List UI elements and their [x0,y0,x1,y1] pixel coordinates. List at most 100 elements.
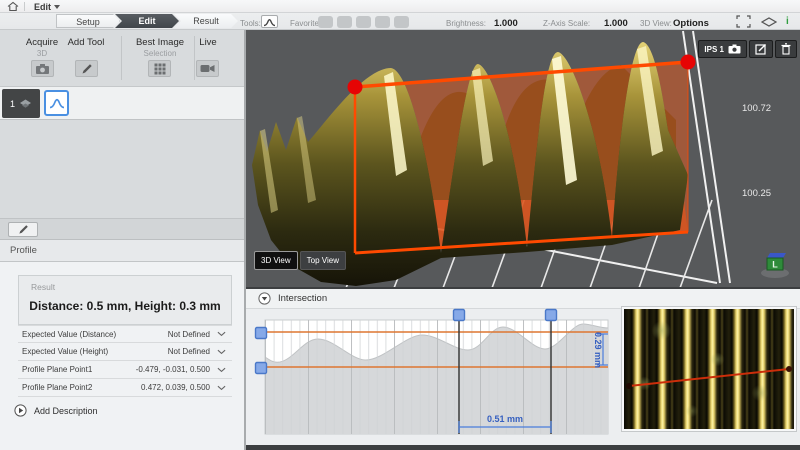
height-value-label: 0.29 mm [593,332,603,368]
z-axis-label-bottom: 100.25 [742,188,771,199]
surface-layers-icon [19,98,32,109]
3d-view-options-button[interactable]: Options [673,18,709,29]
delete-button[interactable] [775,40,797,58]
zaxis-scale-label: Z-Axis Scale: [543,19,590,28]
graph-gridlines-coarse [265,320,608,434]
acquire-button[interactable] [31,60,54,77]
acquire-toolbar: Acquire 3D Add Tool Best Image Selection [0,30,244,86]
view-mode-switch: 3D View Top View [254,251,346,270]
favorite-slot-3[interactable] [356,16,371,28]
favorite-slot-4[interactable] [375,16,390,28]
tab-setup[interactable]: Setup [56,14,120,28]
application-window: Edit Setup Edit Result Tools: Favorites:… [0,0,800,450]
thumbnail-group-1[interactable]: 1 [2,89,40,118]
favorite-slot-5[interactable] [394,16,409,28]
tools-label: Tools: [240,19,261,28]
svg-text:L: L [772,260,778,270]
pencil-icon [18,224,29,235]
zaxis-scale-value[interactable]: 1.000 [604,18,628,29]
add-description-button[interactable]: Add Description [14,404,98,417]
camera-icon [35,63,50,75]
live-title: Live [188,37,228,48]
info-button[interactable]: i [786,16,789,27]
workflow-toolbar: Setup Edit Result Tools: Favorites: Brig… [0,13,800,30]
intersection-panel: Intersection [246,287,800,445]
row-expected-distance[interactable]: Expected Value (Distance) Not Defined [18,325,232,343]
add-tool-button[interactable] [75,60,98,77]
nav-cube[interactable]: L [761,253,789,278]
row-expected-height[interactable]: Expected Value (Height) Not Defined [18,343,232,361]
best-image-button[interactable] [148,60,171,77]
edit-export-icon [755,43,767,55]
profile-panel-body: Result Distance: 0.5 mm, Height: 0.3 mm … [0,262,244,450]
left-panel: Acquire 3D Add Tool Best Image Selection [0,30,246,450]
trash-icon [781,43,791,55]
result-label: Result [31,282,231,292]
profile-properties: Expected Value (Distance) Not Defined Ex… [18,325,232,397]
brightness-value[interactable]: 1.000 [494,18,518,29]
tab-result[interactable]: Result [174,14,238,28]
favorite-slot-1[interactable] [318,16,333,28]
3d-plane-icon [761,16,777,28]
ips-capture-button[interactable]: IPS 1 [698,40,747,58]
height-handle-upper[interactable] [256,328,267,339]
fit-view-button[interactable] [734,15,752,28]
chevron-down-icon [54,5,60,9]
chevron-down-icon[interactable] [210,385,232,391]
thumbnail-strip: 1 [0,86,244,120]
tab-edit[interactable]: Edit [115,14,179,28]
profile-panel-header: Profile [0,240,244,262]
tool-edit-row [0,218,244,240]
row-plane-point2[interactable]: Profile Plane Point2 0.472, 0.039, 0.500 [18,379,232,397]
bottom-bar [246,445,800,450]
3d-viewport[interactable]: L 100.72 100.25 IPS 1 [246,30,800,287]
chevron-down-icon[interactable] [210,331,232,337]
pencil-icon [81,63,93,75]
distance-handle-left[interactable] [454,310,465,321]
edit-menu[interactable]: Edit [30,0,64,13]
surface-texture-image[interactable] [622,307,796,431]
live-button[interactable] [196,60,219,77]
plane-endpoint-left[interactable] [348,80,363,95]
result-box: Result Distance: 0.5 mm, Height: 0.3 mm [18,275,232,325]
home-icon [7,1,19,12]
profile-tool-button[interactable] [261,15,278,28]
best-image-title: Best Image [130,37,190,48]
workflow-tabs: Setup Edit Result [56,14,238,28]
chevron-down-icon[interactable] [210,349,232,355]
profile-curve-icon [263,17,276,27]
best-image-subtitle: Selection [130,49,190,58]
chevron-down-icon[interactable] [210,367,232,373]
distance-value-label: 0.51 mm [487,414,523,424]
distance-handle-right[interactable] [546,310,557,321]
acquire-subtitle: 3D [14,49,70,58]
add-tool-title: Add Tool [58,37,114,48]
home-button[interactable] [4,1,22,12]
3d-view-label: 3D View: [640,19,672,28]
thumbnail-group-number: 1 [10,99,15,109]
height-handle-lower[interactable] [256,363,267,374]
menubar-divider [24,2,25,11]
camera-icon [728,44,741,54]
plane-view-button[interactable] [760,15,778,28]
3d-view-button[interactable]: 3D View [254,251,298,270]
video-camera-icon [200,63,215,74]
expander-arrow-icon [14,404,27,417]
3d-scene: L 100.72 100.25 [246,30,800,287]
thumbnail-profile-tool-selected[interactable] [44,90,69,116]
brightness-label: Brightness: [446,19,486,28]
result-value: Distance: 0.5 mm, Height: 0.3 mm [19,299,231,313]
viewport-toolbar: IPS 1 [698,40,797,58]
fit-frame-icon [736,15,751,28]
texture-section-line [624,309,794,429]
plane-endpoint-right[interactable] [681,55,696,70]
grid-icon [154,63,166,75]
profile-curve-icon [49,97,65,109]
z-axis-label-top: 100.72 [742,103,771,114]
row-plane-point1[interactable]: Profile Plane Point1 -0.479, -0.031, 0.5… [18,361,232,379]
export-edit-button[interactable] [749,40,773,58]
top-view-button[interactable]: Top View [300,251,346,270]
edit-profile-button[interactable] [8,222,38,237]
favorite-slot-2[interactable] [337,16,352,28]
menubar: Edit [0,0,800,13]
